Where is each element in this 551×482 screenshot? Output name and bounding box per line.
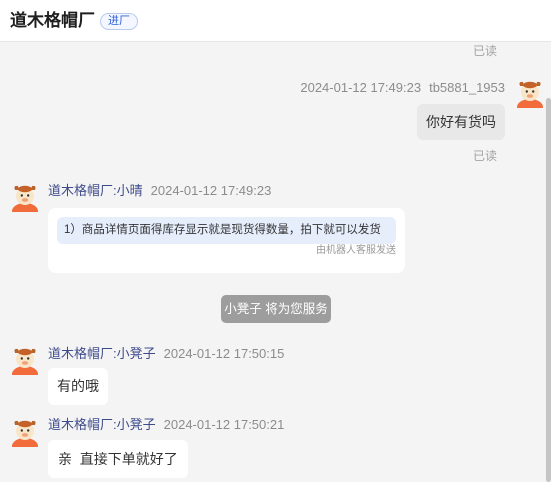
cartoon-bull-avatar-icon (517, 81, 543, 108)
system-notice: 小凳子 将为您服务 (221, 295, 331, 323)
chat-header: 道木格帽厂 进厂 (0, 0, 551, 42)
read-status: 已读 (472, 149, 497, 163)
auto-reply-item[interactable]: 1）商品详情页面得库存显示就是现货得数量，拍下就可以发货 (57, 217, 396, 244)
message-bubble[interactable]: 有的哦 (48, 368, 108, 405)
avatar[interactable] (10, 345, 40, 375)
message-time: 2024-01-12 17:49:23 (300, 80, 422, 95)
auto-reply-card: 1）商品详情页面得库存显示就是现货得数量，拍下就可以发货 由机器人客服发送 (48, 208, 405, 273)
cartoon-bull-avatar-icon (12, 185, 38, 212)
avatar[interactable] (515, 78, 545, 108)
shop-badge[interactable]: 进厂 (100, 13, 138, 30)
message-time: 2024-01-12 17:50:21 (163, 417, 285, 432)
avatar[interactable] (10, 417, 40, 447)
message-meta: 道木格帽厂:小凳子 2024-01-12 17:50:21 (48, 417, 284, 432)
message-sender[interactable]: 道木格帽厂:小凳子 (48, 417, 156, 432)
message-bubble[interactable]: 亲 直接下单就好了 (48, 440, 188, 478)
message-sender[interactable]: 道木格帽厂:小凳子 (48, 346, 156, 361)
shop-title[interactable]: 道木格帽厂 (10, 11, 95, 31)
cartoon-bull-avatar-icon (12, 420, 38, 447)
message-time: 2024-01-12 17:49:23 (150, 183, 272, 198)
message-bubble[interactable]: 你好有货吗 (417, 104, 505, 140)
message-meta: 道木格帽厂:小晴 2024-01-12 17:49:23 (48, 183, 271, 198)
avatar[interactable] (10, 182, 40, 212)
bot-sent-note: 由机器人客服发送 (316, 245, 396, 256)
message-sender: tb5881_1953 (429, 80, 505, 95)
chat-scrollbar[interactable] (546, 98, 551, 482)
message-meta: 2024-01-12 17:49:23 tb5881_1953 (300, 80, 505, 95)
cartoon-bull-avatar-icon (12, 348, 38, 375)
chat-window: 道木格帽厂 进厂 已读 2024-01-12 17:49:23 tb5881_19… (0, 0, 551, 482)
message-meta: 道木格帽厂:小凳子 2024-01-12 17:50:15 (48, 346, 284, 361)
read-status: 已读 (472, 44, 497, 58)
message-sender[interactable]: 道木格帽厂:小晴 (48, 183, 143, 198)
message-time: 2024-01-12 17:50:15 (163, 346, 285, 361)
